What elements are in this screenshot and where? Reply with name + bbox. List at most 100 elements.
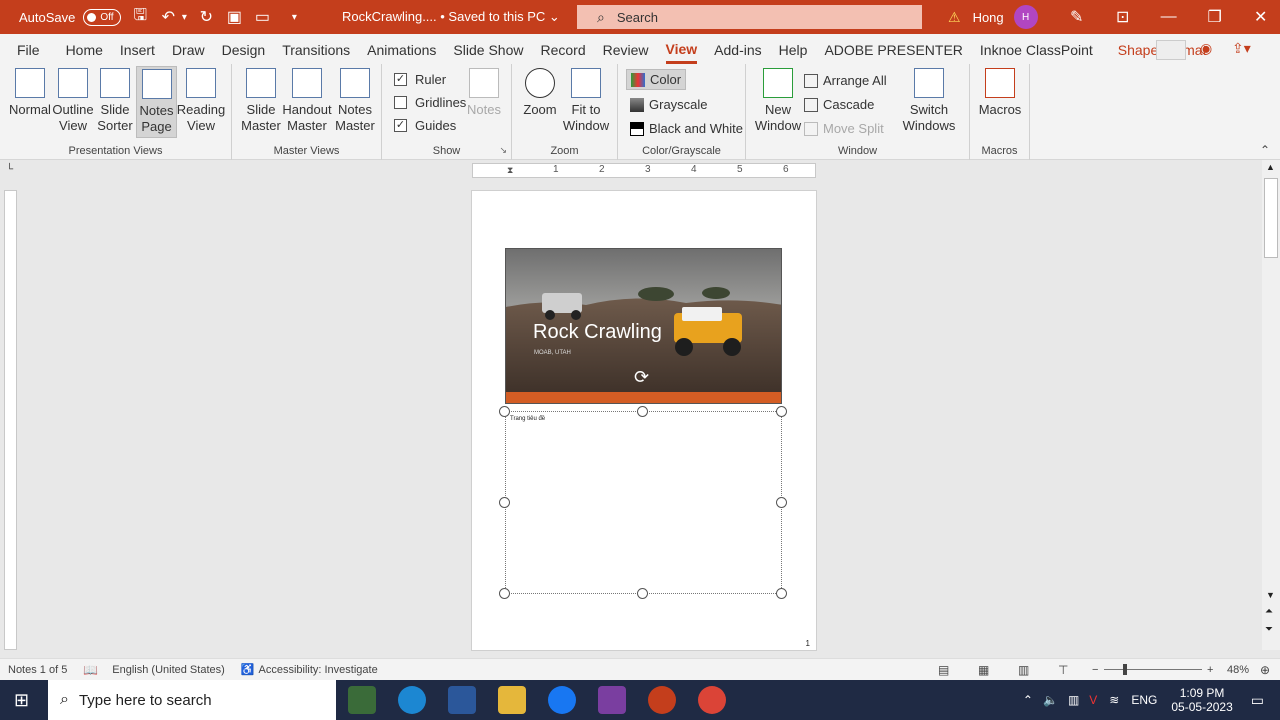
powerpoint-icon[interactable] <box>648 686 676 714</box>
zoom-button[interactable]: Zoom <box>522 68 558 118</box>
user-name[interactable]: Hong <box>973 10 1004 25</box>
scroll-thumb[interactable] <box>1264 178 1278 258</box>
zoom-in-icon[interactable]: + <box>1207 664 1213 676</box>
notifications-icon[interactable]: ▭ <box>1251 692 1264 709</box>
gridlines-checkbox[interactable]: Gridlines <box>394 95 466 110</box>
tab-add-ins[interactable]: Add-ins <box>714 34 761 64</box>
resize-handle[interactable] <box>637 588 648 599</box>
tab-insert[interactable]: Insert <box>120 34 155 64</box>
clock[interactable]: 1:09 PM 05-05-2023 <box>1171 686 1232 714</box>
black-and-white-button[interactable]: Black and White <box>630 121 743 136</box>
undo-dropdown-icon[interactable]: ▾ <box>179 6 189 28</box>
resize-handle[interactable] <box>499 406 510 417</box>
resize-handle[interactable] <box>499 588 510 599</box>
spelling-icon[interactable]: 📖 <box>83 663 98 677</box>
cascade-button[interactable]: Cascade <box>804 97 874 112</box>
new-window-button[interactable]: New Window <box>754 68 802 134</box>
tab-adobe-presenter[interactable]: ADOBE PRESENTER <box>824 34 962 64</box>
windows-start-icon[interactable]: ⊞ <box>14 690 29 711</box>
wifi-icon[interactable]: ≋ <box>1109 693 1119 707</box>
tab-draw[interactable]: Draw <box>172 34 205 64</box>
switch-windows-button[interactable]: Switch Windows <box>896 68 962 134</box>
restore-button[interactable]: ❐ <box>1192 0 1238 34</box>
edge-icon[interactable] <box>398 686 426 714</box>
horizontal-ruler[interactable]: 1 2 3 4 5 6 ⧗ <box>472 163 816 178</box>
share-icon[interactable]: ⇪▾ <box>1232 40 1251 57</box>
resize-handle[interactable] <box>776 406 787 417</box>
color-button[interactable]: Color <box>626 69 687 90</box>
zoom-out-icon[interactable]: − <box>1092 664 1098 676</box>
notes-page-button[interactable]: Notes Page <box>136 66 177 138</box>
arrange-all-button[interactable]: Arrange All <box>804 73 887 88</box>
notes-placeholder[interactable]: Trang tiêu đề <box>505 411 782 594</box>
tab-file[interactable]: File <box>17 34 40 64</box>
vertical-ruler[interactable] <box>4 190 17 650</box>
avatar[interactable]: H <box>1013 5 1038 29</box>
macros-button[interactable]: Macros <box>979 68 1021 118</box>
file-explorer-icon[interactable] <box>498 686 526 714</box>
ribbon-display-icon[interactable]: ⊡ <box>1100 0 1146 34</box>
close-button[interactable]: ✕ <box>1238 0 1280 34</box>
slideshow-icon[interactable]: ▭ <box>251 6 273 28</box>
vivaldi-tray-icon[interactable]: V <box>1089 693 1097 707</box>
tab-animations[interactable]: Animations <box>367 34 436 64</box>
zalo-icon[interactable] <box>548 686 576 714</box>
resize-handle[interactable] <box>776 497 787 508</box>
slide-sorter-button[interactable]: Slide Sorter <box>96 68 134 134</box>
taskbar-search[interactable]: ⌕ Type here to search <box>48 680 336 720</box>
tab-review[interactable]: Review <box>603 34 649 64</box>
previous-page-icon[interactable]: ⏶ <box>1265 606 1273 617</box>
tray-expand-icon[interactable]: ⌃ <box>1023 693 1033 707</box>
handout-master-button[interactable]: Handout Master <box>282 68 332 134</box>
vertical-scrollbar[interactable]: ▲ ▼ ⏶ ⏷ <box>1262 160 1280 650</box>
ruler-checkbox[interactable]: ✓ Ruler <box>394 72 446 87</box>
volume-icon[interactable]: 🔈 <box>1043 693 1058 707</box>
fit-to-window-button[interactable]: Fit to Window <box>562 68 610 134</box>
redo-icon[interactable]: ↻ <box>195 6 217 28</box>
customize-toolbar-icon[interactable]: ▾ <box>283 6 305 28</box>
comments-button[interactable] <box>1156 40 1186 60</box>
fit-slide-icon[interactable]: ⊕ <box>1260 663 1270 677</box>
minimize-button[interactable]: — <box>1146 0 1192 34</box>
outline-view-button[interactable]: Outline View <box>52 68 94 134</box>
tab-slide-show[interactable]: Slide Show <box>453 34 523 64</box>
tab-design[interactable]: Design <box>222 34 266 64</box>
notes-master-button[interactable]: Notes Master <box>334 68 376 134</box>
tab-record[interactable]: Record <box>540 34 585 64</box>
network-icon[interactable]: ▥ <box>1068 693 1079 707</box>
autosave-toggle[interactable]: Off <box>83 8 122 26</box>
grayscale-button[interactable]: Grayscale <box>630 97 708 112</box>
collapse-ribbon-icon[interactable]: ⌃ <box>1260 143 1270 157</box>
zoom-slider-thumb[interactable] <box>1123 664 1127 675</box>
maps-app-icon[interactable] <box>348 686 376 714</box>
tab-transitions[interactable]: Transitions <box>282 34 350 64</box>
guides-checkbox[interactable]: ✓ Guides <box>394 118 456 133</box>
tab-home[interactable]: Home <box>66 34 103 64</box>
zoom-slider[interactable] <box>1104 669 1202 670</box>
reading-view-button[interactable]: Reading View <box>177 68 225 134</box>
search-box[interactable]: ⌕ Search <box>577 5 922 29</box>
present-icon[interactable]: ▣ <box>223 6 245 28</box>
notes-button[interactable]: Notes <box>466 68 502 118</box>
undo-icon[interactable]: ↶ <box>157 6 179 28</box>
scroll-up-icon[interactable]: ▲ <box>1266 162 1275 172</box>
scroll-down-icon[interactable]: ▼ <box>1266 590 1275 600</box>
zoom-level[interactable]: 48% <box>1227 664 1249 676</box>
slideshow-status-icon[interactable]: ⊤ <box>1058 663 1068 677</box>
language-indicator[interactable]: ENG <box>1131 693 1157 707</box>
accessibility-status[interactable]: Accessibility: Investigate <box>258 664 377 676</box>
resize-handle[interactable] <box>776 588 787 599</box>
resize-handle[interactable] <box>637 406 648 417</box>
chrome-icon[interactable] <box>698 686 726 714</box>
tab-view[interactable]: View <box>665 34 698 64</box>
document-title[interactable]: RockCrawling.... • Saved to this PC ⌄ <box>342 9 560 25</box>
slide-master-button[interactable]: Slide Master <box>240 68 282 134</box>
warning-icon[interactable]: ⚠ <box>948 9 961 26</box>
move-split-button[interactable]: Move Split <box>804 121 884 136</box>
tab-stop-icon[interactable]: └ <box>6 164 13 175</box>
winrar-icon[interactable] <box>598 686 626 714</box>
normal-view-status-icon[interactable]: ▤ <box>938 663 949 677</box>
indent-marker-icon[interactable]: ⧗ <box>507 165 513 176</box>
sorter-status-icon[interactable]: ▦ <box>978 663 989 677</box>
pen-icon[interactable]: ✎ <box>1054 0 1100 34</box>
